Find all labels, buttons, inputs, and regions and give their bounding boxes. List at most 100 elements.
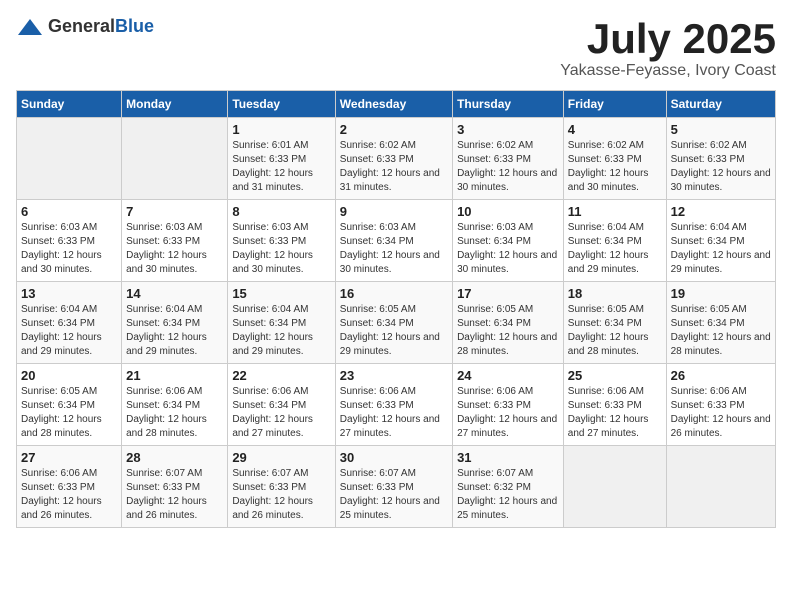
calendar-cell: 3 Sunrise: 6:02 AMSunset: 6:33 PMDaylight… xyxy=(453,118,564,200)
day-number: 5 xyxy=(671,122,771,137)
day-info: Sunrise: 6:04 AMSunset: 6:34 PMDaylight:… xyxy=(21,303,117,359)
calendar-week-3: 13Sunrise: 6:04 AMSunset: 6:34 PMDayligh… xyxy=(17,282,776,364)
day-number: 25 xyxy=(568,368,662,383)
day-info: Sunrise: 6:06 AMSunset: 6:33 PMDaylight:… xyxy=(671,385,771,441)
day-info: Sunrise: 6:01 AMSunset: 6:33 PMDaylight:… xyxy=(232,139,330,195)
calendar-cell: 18 Sunrise: 6:05 AMSunset: 6:34 PMDayligh… xyxy=(563,282,666,364)
weekday-header-sunday: Sunday xyxy=(17,91,122,118)
day-number: 1 xyxy=(232,122,330,137)
calendar-cell: 1 Sunrise: 6:01 AMSunset: 6:33 PMDaylight… xyxy=(228,118,335,200)
day-number: 18 xyxy=(568,286,662,301)
weekday-header-saturday: Saturday xyxy=(666,91,775,118)
weekday-header-tuesday: Tuesday xyxy=(228,91,335,118)
calendar-cell: 16 Sunrise: 6:05 AMSunset: 6:34 PMDayligh… xyxy=(335,282,452,364)
day-number: 11 xyxy=(568,204,662,219)
day-info: Sunrise: 6:05 AMSunset: 6:34 PMDaylight:… xyxy=(671,303,771,359)
day-number: 16 xyxy=(340,286,448,301)
day-info: Sunrise: 6:07 AMSunset: 6:33 PMDaylight:… xyxy=(232,467,330,523)
day-info: Sunrise: 6:05 AMSunset: 6:34 PMDaylight:… xyxy=(340,303,448,359)
day-info: Sunrise: 6:06 AMSunset: 6:33 PMDaylight:… xyxy=(21,467,117,523)
day-number: 31 xyxy=(457,450,559,465)
calendar-cell: 6Sunrise: 6:03 AMSunset: 6:33 PMDaylight… xyxy=(17,200,122,282)
weekday-header-wednesday: Wednesday xyxy=(335,91,452,118)
calendar-cell: 26Sunrise: 6:06 AMSunset: 6:33 PMDayligh… xyxy=(666,364,775,446)
calendar-cell: 17 Sunrise: 6:05 AMSunset: 6:34 PMDayligh… xyxy=(453,282,564,364)
weekday-header-friday: Friday xyxy=(563,91,666,118)
calendar-week-5: 27 Sunrise: 6:06 AMSunset: 6:33 PMDayligh… xyxy=(17,446,776,528)
weekday-header-thursday: Thursday xyxy=(453,91,564,118)
day-number: 12 xyxy=(671,204,771,219)
calendar-cell: 10Sunrise: 6:03 AMSunset: 6:34 PMDayligh… xyxy=(453,200,564,282)
calendar-week-4: 20 Sunrise: 6:05 AMSunset: 6:34 PMDayligh… xyxy=(17,364,776,446)
day-number: 30 xyxy=(340,450,448,465)
day-number: 27 xyxy=(21,450,117,465)
calendar-cell: 24Sunrise: 6:06 AMSunset: 6:33 PMDayligh… xyxy=(453,364,564,446)
day-info: Sunrise: 6:05 AMSunset: 6:34 PMDaylight:… xyxy=(21,385,117,441)
calendar-cell: 11Sunrise: 6:04 AMSunset: 6:34 PMDayligh… xyxy=(563,200,666,282)
day-number: 3 xyxy=(457,122,559,137)
day-info: Sunrise: 6:05 AMSunset: 6:34 PMDaylight:… xyxy=(568,303,662,359)
day-number: 2 xyxy=(340,122,448,137)
calendar-cell: 22 Sunrise: 6:06 AMSunset: 6:34 PMDayligh… xyxy=(228,364,335,446)
day-number: 23 xyxy=(340,368,448,383)
day-info: Sunrise: 6:06 AMSunset: 6:33 PMDaylight:… xyxy=(457,385,559,441)
day-info: Sunrise: 6:06 AMSunset: 6:33 PMDaylight:… xyxy=(568,385,662,441)
day-info: Sunrise: 6:04 AMSunset: 6:34 PMDaylight:… xyxy=(671,221,771,277)
day-info: Sunrise: 6:02 AMSunset: 6:33 PMDaylight:… xyxy=(568,139,662,195)
logo: GeneralBlue xyxy=(16,16,154,37)
calendar-cell: 21Sunrise: 6:06 AMSunset: 6:34 PMDayligh… xyxy=(122,364,228,446)
calendar-cell: 5Sunrise: 6:02 AMSunset: 6:33 PMDaylight… xyxy=(666,118,775,200)
subtitle: Yakasse-Feyasse, Ivory Coast xyxy=(560,62,776,80)
day-number: 28 xyxy=(126,450,223,465)
day-info: Sunrise: 6:02 AMSunset: 6:33 PMDaylight:… xyxy=(340,139,448,195)
calendar-cell: 30 Sunrise: 6:07 AMSunset: 6:33 PMDayligh… xyxy=(335,446,452,528)
day-info: Sunrise: 6:03 AMSunset: 6:34 PMDaylight:… xyxy=(340,221,448,277)
day-number: 4 xyxy=(568,122,662,137)
day-info: Sunrise: 6:05 AMSunset: 6:34 PMDaylight:… xyxy=(457,303,559,359)
weekday-header-row: SundayMondayTuesdayWednesdayThursdayFrid… xyxy=(17,91,776,118)
calendar-cell: 2 Sunrise: 6:02 AMSunset: 6:33 PMDaylight… xyxy=(335,118,452,200)
calendar-cell: 23Sunrise: 6:06 AMSunset: 6:33 PMDayligh… xyxy=(335,364,452,446)
day-number: 7 xyxy=(126,204,223,219)
day-info: Sunrise: 6:04 AMSunset: 6:34 PMDaylight:… xyxy=(126,303,223,359)
calendar-week-1: 1 Sunrise: 6:01 AMSunset: 6:33 PMDaylight… xyxy=(17,118,776,200)
day-number: 9 xyxy=(340,204,448,219)
calendar-cell: 13Sunrise: 6:04 AMSunset: 6:34 PMDayligh… xyxy=(17,282,122,364)
day-number: 19 xyxy=(671,286,771,301)
calendar-cell xyxy=(666,446,775,528)
logo-icon xyxy=(16,17,44,37)
calendar-cell: 19 Sunrise: 6:05 AMSunset: 6:34 PMDayligh… xyxy=(666,282,775,364)
calendar-cell: 31Sunrise: 6:07 AMSunset: 6:32 PMDayligh… xyxy=(453,446,564,528)
day-info: Sunrise: 6:02 AMSunset: 6:33 PMDaylight:… xyxy=(457,139,559,195)
day-number: 22 xyxy=(232,368,330,383)
calendar-cell: 8Sunrise: 6:03 AMSunset: 6:33 PMDaylight… xyxy=(228,200,335,282)
day-number: 15 xyxy=(232,286,330,301)
weekday-header-monday: Monday xyxy=(122,91,228,118)
logo-text-blue: Blue xyxy=(115,16,154,36)
day-number: 14 xyxy=(126,286,223,301)
calendar-cell: 25 Sunrise: 6:06 AMSunset: 6:33 PMDayligh… xyxy=(563,364,666,446)
day-info: Sunrise: 6:03 AMSunset: 6:33 PMDaylight:… xyxy=(232,221,330,277)
day-number: 20 xyxy=(21,368,117,383)
day-info: Sunrise: 6:04 AMSunset: 6:34 PMDaylight:… xyxy=(232,303,330,359)
calendar-table: SundayMondayTuesdayWednesdayThursdayFrid… xyxy=(16,90,776,528)
calendar-cell: 29Sunrise: 6:07 AMSunset: 6:33 PMDayligh… xyxy=(228,446,335,528)
day-info: Sunrise: 6:06 AMSunset: 6:34 PMDaylight:… xyxy=(232,385,330,441)
calendar-cell xyxy=(17,118,122,200)
day-info: Sunrise: 6:07 AMSunset: 6:33 PMDaylight:… xyxy=(340,467,448,523)
day-number: 17 xyxy=(457,286,559,301)
calendar-cell: 15 Sunrise: 6:04 AMSunset: 6:34 PMDayligh… xyxy=(228,282,335,364)
calendar-cell: 4 Sunrise: 6:02 AMSunset: 6:33 PMDaylight… xyxy=(563,118,666,200)
calendar-cell: 12 Sunrise: 6:04 AMSunset: 6:34 PMDayligh… xyxy=(666,200,775,282)
calendar-cell: 14 Sunrise: 6:04 AMSunset: 6:34 PMDayligh… xyxy=(122,282,228,364)
calendar-cell: 28Sunrise: 6:07 AMSunset: 6:33 PMDayligh… xyxy=(122,446,228,528)
main-title: July 2025 xyxy=(560,16,776,62)
day-number: 6 xyxy=(21,204,117,219)
calendar-body: 1 Sunrise: 6:01 AMSunset: 6:33 PMDaylight… xyxy=(17,118,776,528)
title-area: July 2025 Yakasse-Feyasse, Ivory Coast xyxy=(560,16,776,80)
calendar-cell: 27 Sunrise: 6:06 AMSunset: 6:33 PMDayligh… xyxy=(17,446,122,528)
day-info: Sunrise: 6:06 AMSunset: 6:34 PMDaylight:… xyxy=(126,385,223,441)
calendar-cell: 20 Sunrise: 6:05 AMSunset: 6:34 PMDayligh… xyxy=(17,364,122,446)
day-number: 10 xyxy=(457,204,559,219)
header: GeneralBlue July 2025 Yakasse-Feyasse, I… xyxy=(16,16,776,80)
